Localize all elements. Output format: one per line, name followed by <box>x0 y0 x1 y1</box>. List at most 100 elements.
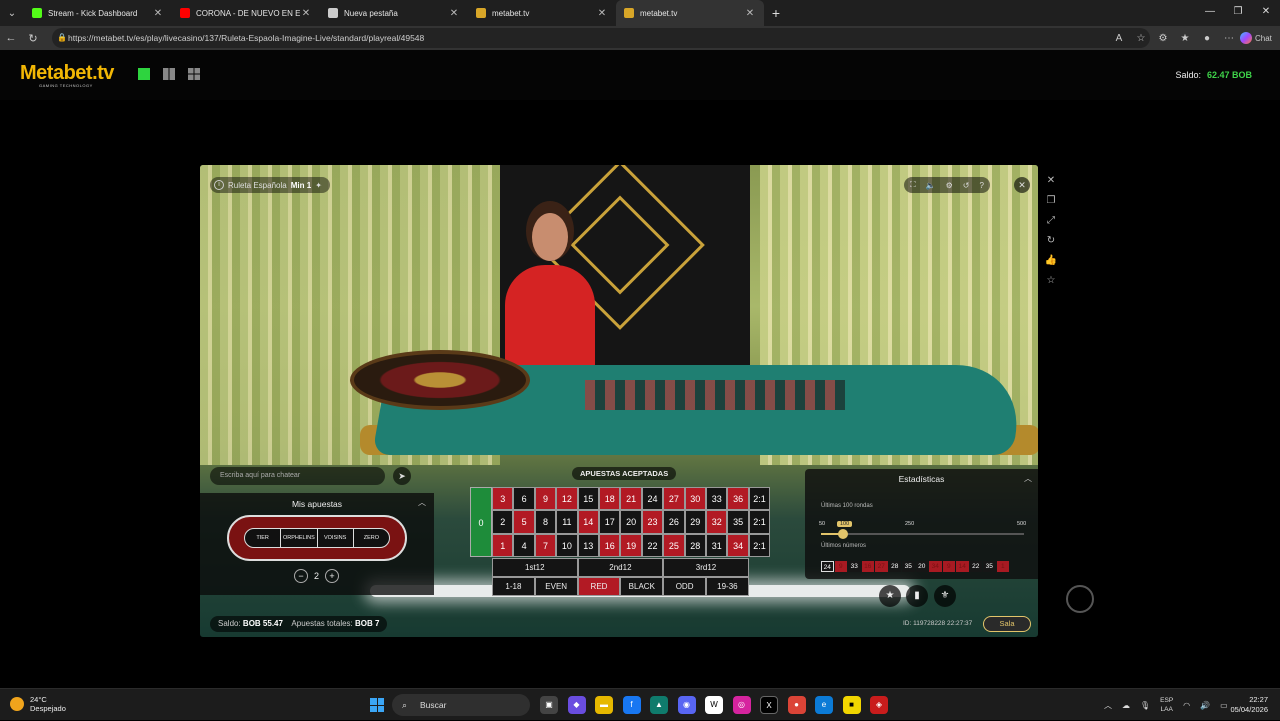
more-menu-icon[interactable]: ⋯ <box>1218 33 1240 44</box>
bet-cell[interactable]: 8 <box>534 510 557 534</box>
new-tab-button[interactable]: + <box>764 5 788 21</box>
bet-cell[interactable]: 6 <box>513 487 535 511</box>
bet-cell[interactable]: 26 <box>663 510 685 534</box>
bet-cell[interactable]: 7 <box>534 533 557 557</box>
outside-bet[interactable]: 19-36 <box>706 576 749 596</box>
bet-cell[interactable]: 3 <box>492 487 514 511</box>
bet-cell[interactable]: 2:1 <box>748 487 771 511</box>
site-logo[interactable]: Metabet.tv <box>20 62 114 85</box>
dozen-bet[interactable]: 3rd12 <box>663 557 749 577</box>
bet-cell[interactable]: 2:1 <box>748 510 771 534</box>
bet-cell[interactable]: 15 <box>577 487 599 511</box>
game-close-button[interactable]: ✕ <box>1014 177 1030 193</box>
browser-tab[interactable]: metabet.tv ✕ <box>616 0 764 26</box>
outside-bet[interactable]: 1-18 <box>492 576 535 596</box>
battery-icon[interactable]: ▭ <box>1220 701 1228 710</box>
dozen-bet[interactable]: 2nd12 <box>577 557 664 577</box>
bet-cell[interactable]: 32 <box>706 510 728 534</box>
recorder-icon[interactable]: ◈ <box>870 696 888 714</box>
rounds-slider[interactable] <box>821 529 1024 539</box>
browser-tab[interactable]: Stream - Kick Dashboard ✕ <box>24 0 172 26</box>
browser-tab[interactable]: Nueva pestaña ✕ <box>320 0 468 26</box>
clock[interactable]: 22:27 05/04/2026 <box>1230 695 1268 715</box>
x-icon[interactable]: X <box>760 696 778 714</box>
outside-bet[interactable]: EVEN <box>534 576 578 596</box>
chrome-icon[interactable]: ● <box>787 696 806 714</box>
photos-icon[interactable]: ▲ <box>650 696 668 714</box>
speaker-icon[interactable]: 🔊 <box>1200 701 1210 710</box>
slider-mark[interactable]: 500 <box>1017 521 1026 527</box>
bet-cell[interactable]: 11 <box>556 510 578 534</box>
bet-cell[interactable]: 14 <box>577 510 599 534</box>
bet-cell[interactable]: 20 <box>620 510 642 534</box>
chat-input[interactable]: Escriba aquí para chatear <box>210 467 385 485</box>
bet-cell[interactable]: 25 <box>663 533 685 557</box>
chat-send-button[interactable]: ➤ <box>393 467 411 485</box>
tab-close-icon[interactable]: ✕ <box>152 8 164 19</box>
tab-list-button[interactable]: ⌄ <box>0 0 24 26</box>
instagram-icon[interactable]: ◎ <box>732 696 751 714</box>
onedrive-icon[interactable]: ☁ <box>1122 701 1130 710</box>
copy-icon[interactable]: ❐ <box>1044 195 1058 207</box>
facebook-icon[interactable]: f <box>622 696 641 714</box>
bet-cell[interactable]: 2 <box>492 510 514 534</box>
slider-knob[interactable] <box>838 529 848 539</box>
minimize-button[interactable]: — <box>1196 0 1224 26</box>
thumbs-up-icon[interactable]: 👍 <box>1044 255 1058 267</box>
start-button[interactable] <box>370 698 384 712</box>
racetrack-section[interactable]: TIER <box>245 529 282 547</box>
bet-cell[interactable]: 34 <box>727 533 749 557</box>
taskbar-search[interactable]: ⌕ Buscar <box>392 694 530 716</box>
language-indicator[interactable]: ESP LAA <box>1160 696 1173 714</box>
outside-bet[interactable]: ODD <box>663 576 706 596</box>
fullscreen-icon[interactable]: ⛶ <box>910 180 916 190</box>
browser-tab[interactable]: metabet.tv ✕ <box>468 0 616 26</box>
lobby-button[interactable]: Sala <box>983 616 1031 632</box>
grid-view-icon[interactable] <box>188 68 200 80</box>
statistics-chart-icon[interactable]: ▮ <box>906 585 928 607</box>
outside-bet[interactable]: RED <box>577 576 621 596</box>
bet-cell[interactable]: 18 <box>599 487 621 511</box>
split-view-icon[interactable] <box>163 68 175 80</box>
tab-close-icon[interactable]: ✕ <box>596 8 608 19</box>
racetrack[interactable]: TIER ORPHELINS VOISINS ZERO <box>227 515 407 561</box>
back-button[interactable]: ← <box>0 32 22 44</box>
task-view-icon[interactable]: ▣ <box>540 696 558 714</box>
pin-icon[interactable]: ✦ <box>315 181 322 190</box>
decrease-button[interactable]: − <box>294 569 308 583</box>
bet-cell[interactable]: 36 <box>727 487 749 511</box>
tab-close-icon[interactable]: ✕ <box>448 8 460 19</box>
bet-cell[interactable]: 31 <box>706 533 728 557</box>
bet-cell[interactable]: 27 <box>663 487 685 511</box>
bet-cell[interactable]: 30 <box>684 487 706 511</box>
bet-cell[interactable]: 5 <box>513 510 535 534</box>
bet-cell[interactable]: 28 <box>684 533 706 557</box>
slider-mark[interactable]: 250 <box>905 521 914 527</box>
profile-avatar[interactable]: ● <box>1196 33 1218 44</box>
settings-icon[interactable]: ⚙ <box>946 181 953 190</box>
close-icon[interactable]: ✕ <box>1044 175 1058 187</box>
refresh-icon[interactable]: ↻ <box>1044 235 1058 247</box>
favorites-icon[interactable]: ★ <box>1174 33 1196 44</box>
tab-close-icon[interactable]: ✕ <box>300 8 312 19</box>
bet-cell[interactable]: 35 <box>727 510 749 534</box>
bet-cell[interactable]: 21 <box>620 487 642 511</box>
bet-cell[interactable]: 4 <box>513 533 535 557</box>
close-window-button[interactable]: ✕ <box>1252 0 1280 26</box>
racetrack-section[interactable]: ORPHELINS <box>281 529 318 547</box>
microphone-icon[interactable]: 🎙 <box>1140 701 1150 710</box>
favorites-star-icon[interactable]: ★ <box>879 585 901 607</box>
bet-cell[interactable]: 23 <box>641 510 664 534</box>
discord-icon[interactable]: ◉ <box>677 696 696 714</box>
volume-icon[interactable]: 🔈 <box>926 181 936 190</box>
read-aloud-icon[interactable]: A <box>1108 33 1130 44</box>
edge-icon[interactable]: e <box>815 696 833 714</box>
reload-button[interactable]: ↻ <box>22 32 44 45</box>
outside-bet[interactable]: BLACK <box>620 576 664 596</box>
sticky-notes-icon[interactable]: ■ <box>842 696 861 714</box>
wifi-icon[interactable]: ◠ <box>1183 701 1190 710</box>
bet-cell[interactable]: 9 <box>534 487 557 511</box>
increase-button[interactable]: + <box>325 569 340 583</box>
bet-cell[interactable]: 22 <box>641 533 664 557</box>
slider-mark[interactable]: 100 <box>837 521 853 527</box>
